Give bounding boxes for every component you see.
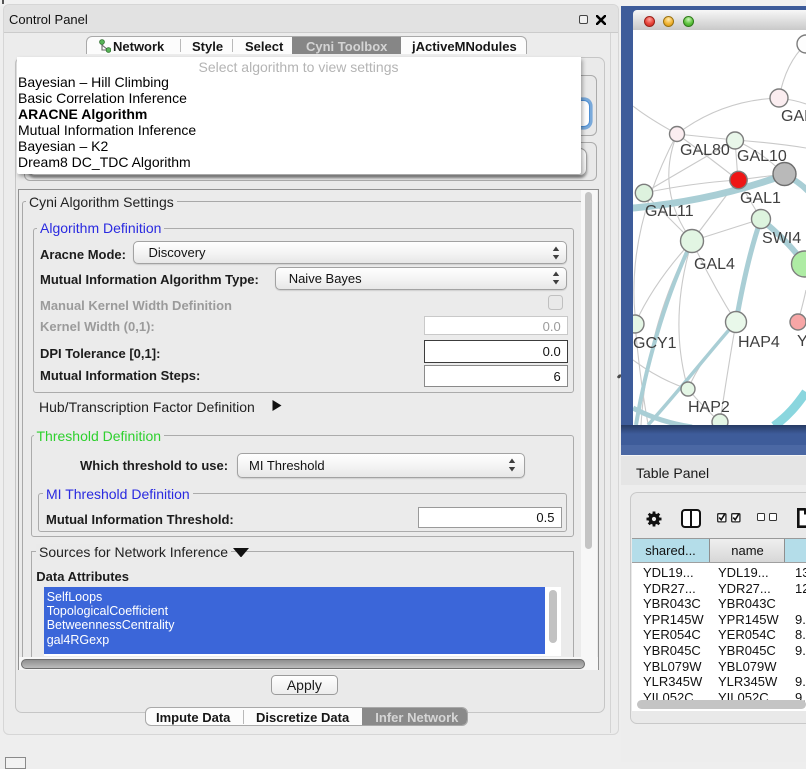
- svg-text:GCY1: GCY1: [633, 335, 677, 352]
- svg-text:GAL11: GAL11: [645, 203, 694, 220]
- svg-text:GAL4: GAL4: [694, 256, 735, 273]
- svg-text:HAP2: HAP2: [688, 399, 730, 416]
- svg-text:GAL10: GAL10: [737, 148, 787, 165]
- svg-text:HAP4: HAP4: [738, 334, 780, 351]
- svg-text:GAL: GAL: [781, 108, 806, 125]
- svg-text:Y: Y: [797, 333, 806, 350]
- svg-text:SWI4: SWI4: [762, 230, 801, 247]
- svg-text:GAL80: GAL80: [680, 142, 730, 159]
- svg-text:GAL1: GAL1: [740, 190, 781, 207]
